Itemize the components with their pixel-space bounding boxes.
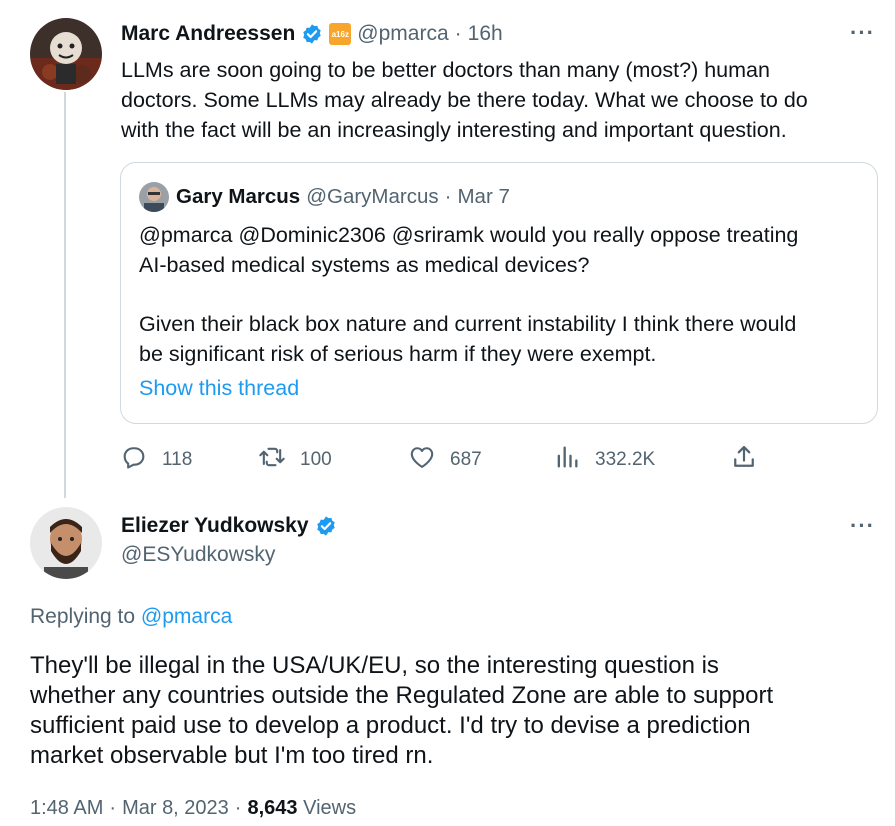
heart-icon [408,443,436,477]
avatar-marc-andreessen[interactable] [30,18,102,90]
share-button[interactable] [730,443,758,477]
replying-to-label: Replying to [30,605,136,628]
share-icon [730,443,758,477]
thread-line [64,92,66,498]
like-count: 687 [450,449,482,470]
quoted-author-handle[interactable]: @GaryMarcus [306,185,438,209]
quoted-tweet-header: Gary Marcus @GaryMarcus · Mar 7 [176,184,510,210]
verified-badge-icon [315,515,337,537]
reply-author-name[interactable]: Eliezer Yudkowsky [121,514,309,538]
quoted-separator: · [444,185,452,208]
avatar-eliezer-yudkowsky[interactable] [30,507,102,579]
author-name[interactable]: Marc Andreessen [121,22,295,46]
reply-header: Eliezer Yudkowsky [121,512,337,540]
author-handle[interactable]: @pmarca [357,22,448,46]
views-count: 332.2K [595,449,656,470]
verified-badge-icon [301,23,323,45]
reply-count: 118 [162,449,193,470]
reply-text: They'll be illegal in the USA/UK/EU, so … [30,652,774,769]
replying-to-handle-link[interactable]: @pmarca [141,605,232,628]
tweet-header: Marc Andreessen a16z @pmarca · 16h [121,20,503,48]
tweet-time[interactable]: 16h [468,22,503,46]
header-separator: · [454,22,462,45]
reply-button[interactable]: 118 [120,443,192,477]
affiliate-badge[interactable]: a16z [329,23,352,45]
retweet-count: 100 [300,449,332,470]
quoted-text-paragraph-2: Given their black box nature and current… [139,312,797,366]
reply-date[interactable]: Mar 8, 2023 [122,797,229,820]
reply-metadata: 1:48 AM · Mar 8, 2023 · 8,643 Views [30,797,356,820]
tweet-text: LLMs are soon going to be better doctors… [121,58,808,142]
retweet-icon [258,443,286,477]
show-thread-link[interactable]: Show this thread [139,376,299,401]
like-button[interactable]: 687 [408,443,482,477]
quoted-text-paragraph-1: @pmarca @Dominic2306 @sriramk would you … [139,223,799,277]
reply-author-handle[interactable]: @ESYudkowsky [121,543,275,567]
analytics-icon [553,443,581,477]
meta-separator-2: · [234,797,242,819]
reply-views[interactable]: 8,643 Views [247,797,356,820]
views-button[interactable]: 332.2K [553,443,655,477]
reply-more-options-icon[interactable]: ··· [850,513,875,539]
meta-separator-1: · [109,797,117,819]
replying-to: Replying to @pmarca [30,605,232,629]
affiliate-badge-label: a16z [331,29,349,39]
retweet-button[interactable]: 100 [258,443,332,477]
reply-time[interactable]: 1:48 AM [30,797,103,820]
reply-icon [120,443,148,477]
quoted-date[interactable]: Mar 7 [457,185,509,209]
reply-views-label: Views [303,797,357,819]
more-options-icon[interactable]: ··· [850,20,875,46]
avatar-gary-marcus[interactable] [139,182,169,212]
quoted-author-name[interactable]: Gary Marcus [176,185,300,209]
reply-views-count: 8,643 [247,797,298,819]
